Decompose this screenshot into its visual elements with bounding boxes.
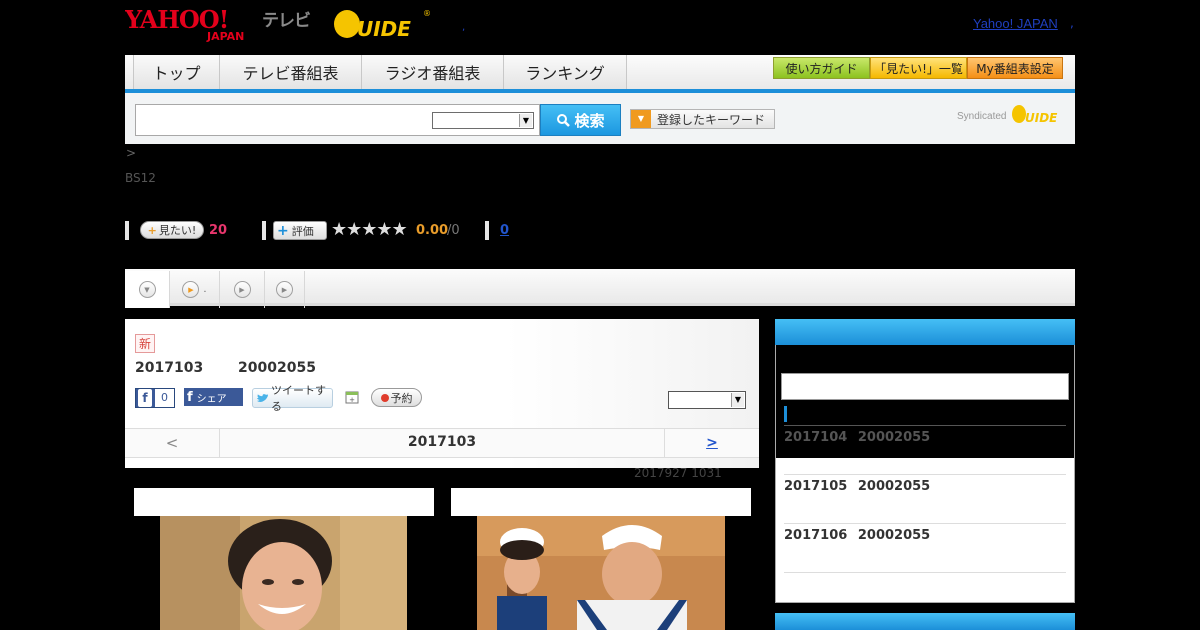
facebook-like-count: 0 <box>155 389 174 407</box>
pager-next[interactable]: > <box>664 428 759 458</box>
syndicated-label: Syndicated <box>957 111 1007 122</box>
nav-tab-ranking[interactable]: ランキング <box>503 55 627 89</box>
triangle-down-icon: ▼ <box>631 110 651 128</box>
new-badge: 新 <box>135 334 155 353</box>
play-icon: ▶ <box>276 281 293 298</box>
divider <box>784 572 1066 573</box>
play-icon: ▶ <box>182 281 200 298</box>
pager-current: 2017103 <box>407 434 477 450</box>
mitai-count: 20 <box>209 223 228 238</box>
episode-number: 20002055 <box>857 528 931 543</box>
svg-text:UIDE: UIDE <box>357 17 411 41</box>
tab-overview[interactable]: ▼ <box>125 271 170 308</box>
svg-text:®: ® <box>423 9 431 18</box>
yahoo-japan-logo[interactable]: YAHOO! JAPAN <box>125 6 260 42</box>
my-schedule-settings-button[interactable]: My番組表設定 <box>967 57 1063 79</box>
play-icon: ▶ <box>233 281 251 298</box>
sidebar-search-input[interactable] <box>781 373 1069 400</box>
rate-label: 評価 <box>291 224 314 238</box>
tab-third[interactable]: ▶ <box>220 271 265 308</box>
divider <box>784 425 1066 426</box>
svg-text:JAPAN: JAPAN <box>206 30 244 42</box>
nav-tabs: トップ テレビ番組表 ラジオ番組表 ランキング <box>133 55 627 89</box>
tv-label: テレビ <box>262 11 311 31</box>
nav-tab-radio-schedule[interactable]: ラジオ番組表 <box>361 55 503 89</box>
calendar-add-icon[interactable]: + <box>343 388 361 406</box>
mitai-label: 見たい! <box>158 224 197 237</box>
facebook-like-button[interactable]: f 0 <box>135 388 175 408</box>
sidebar-episode-item[interactable]: 2017106 20002055 <box>784 528 930 543</box>
facebook-icon: f <box>138 389 152 407</box>
mitai-button[interactable]: + 見たい! <box>140 221 204 239</box>
divider <box>125 221 129 240</box>
review-count-link[interactable]: 0 <box>500 223 509 238</box>
svg-text:UIDE: UIDE <box>1025 111 1058 125</box>
pager-prev[interactable]: < <box>125 428 220 458</box>
gguide-small-logo: UIDE <box>1012 105 1058 125</box>
header-separator: , <box>462 22 466 33</box>
tab-fourth[interactable]: ▶ <box>265 271 305 308</box>
divider <box>485 221 489 240</box>
sidebar-episode-item[interactable]: 2017105 20002055 <box>784 479 930 494</box>
program-number: 20002055 <box>238 360 316 376</box>
tab-second[interactable]: ▶ . <box>170 271 220 308</box>
search-button[interactable]: 検索 <box>540 104 621 136</box>
reserve-button[interactable]: 予約 <box>371 388 422 407</box>
tweet-button[interactable]: ツイートする <box>252 384 333 413</box>
nav-tab-top[interactable]: トップ <box>133 55 219 89</box>
program-date: 2017103 <box>135 360 204 376</box>
rate-button[interactable]: + 評価 <box>273 221 327 240</box>
search-icon <box>557 114 571 127</box>
gguide-logo[interactable]: UIDE ® <box>333 6 433 42</box>
divider <box>784 523 1066 524</box>
sidebar-second-header <box>775 613 1075 630</box>
svg-text:+: + <box>349 396 355 404</box>
record-dot-icon <box>380 393 389 402</box>
tab-second-label: . <box>203 284 207 295</box>
image-card-header <box>451 488 751 516</box>
header-separator-right: , <box>1070 16 1074 30</box>
episode-date: 2017106 <box>784 528 848 543</box>
facebook-share-label: シェア <box>196 393 227 405</box>
episode-date: 2017105 <box>784 479 848 494</box>
score-count: /0 <box>447 223 460 238</box>
sidebar-episode-item[interactable]: 2017104 20002055 <box>784 430 930 445</box>
divider <box>262 221 266 240</box>
usage-guide-button[interactable]: 使い方ガイド <box>773 57 870 79</box>
plus-icon: + <box>277 222 289 239</box>
search-button-label: 検索 <box>574 111 605 130</box>
nav-buttons: 使い方ガイド 「見たい!」一覧 My番組表設定 <box>773 57 1063 79</box>
section-marker <box>784 406 787 422</box>
mitai-list-button[interactable]: 「見たい!」一覧 <box>870 57 967 79</box>
channel-name: BS12 <box>125 171 156 185</box>
breadcrumb[interactable]: > <box>126 146 136 160</box>
plus-icon: + <box>147 223 157 237</box>
image-card-header <box>134 488 434 516</box>
twitter-bird-icon <box>256 393 269 402</box>
chevron-down-icon: ▼ <box>731 393 744 407</box>
facebook-share-button[interactable]: f シェア <box>184 388 243 406</box>
sidebar-header <box>775 319 1075 345</box>
program-photo[interactable] <box>160 516 407 630</box>
nav-tab-tv-schedule[interactable]: テレビ番組表 <box>219 55 361 89</box>
chevron-down-icon: ▼ <box>138 281 156 298</box>
facebook-icon: f <box>187 389 193 405</box>
episode-number: 20002055 <box>857 479 931 494</box>
registered-keywords-label: 登録したキーワード <box>657 112 766 127</box>
reserve-label: 予約 <box>390 391 413 405</box>
average-score: 0.00 <box>416 223 449 238</box>
episode-number: 20002055 <box>857 430 931 445</box>
search-category-select[interactable]: ▼ <box>432 112 534 129</box>
divider <box>784 474 1066 475</box>
program-photo[interactable] <box>477 516 725 630</box>
yahoo-japan-link[interactable]: Yahoo! JAPAN <box>973 16 1058 31</box>
chevron-down-icon: ▼ <box>519 114 532 127</box>
star-rating: ★★★★★ <box>331 219 408 240</box>
recorder-select[interactable]: ▼ <box>668 391 746 409</box>
tweet-label: ツイートする <box>270 384 326 413</box>
episode-date: 2017104 <box>784 430 848 445</box>
updated-timestamp: 2017927 1031 <box>634 466 722 480</box>
registered-keywords-button[interactable]: ▼ 登録したキーワード <box>630 109 775 129</box>
